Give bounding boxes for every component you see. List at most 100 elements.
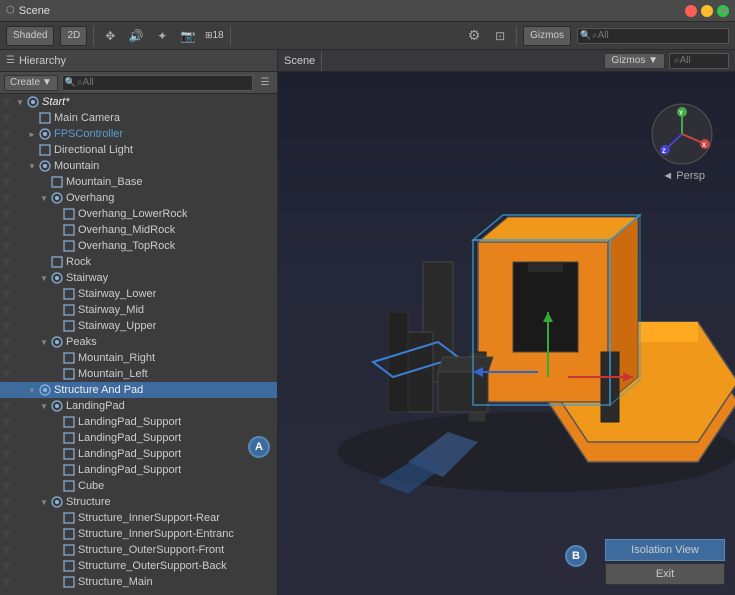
visibility-icon[interactable]: 👁: [0, 450, 14, 459]
expand-arrow[interactable]: [50, 526, 62, 542]
tree-item-stairway_upper[interactable]: 👁Stairway_Upper: [0, 318, 277, 334]
expand-arrow[interactable]: [38, 270, 50, 286]
visibility-icon[interactable]: 👁: [0, 162, 14, 171]
expand-arrow[interactable]: [38, 174, 50, 190]
visibility-icon[interactable]: 👁: [0, 194, 14, 203]
tree-item-struct_inner_rear[interactable]: 👁Structure_InnerSupport-Rear: [0, 510, 277, 526]
isolation-view-button[interactable]: Isolation View: [605, 539, 725, 561]
visibility-icon[interactable]: 👁: [0, 210, 14, 219]
expand-arrow[interactable]: [38, 254, 50, 270]
visibility-icon[interactable]: 👁: [0, 434, 14, 443]
visibility-icon[interactable]: 👁: [0, 226, 14, 235]
tree-item-overhang[interactable]: 👁Overhang: [0, 190, 277, 206]
list-view-icon[interactable]: ☰: [257, 75, 273, 91]
visibility-icon[interactable]: 👁: [0, 322, 14, 331]
expand-arrow[interactable]: [50, 430, 62, 446]
expand-arrow[interactable]: [50, 462, 62, 478]
camera-view-icon[interactable]: ⊡: [490, 26, 510, 46]
expand-arrow[interactable]: [38, 334, 50, 350]
scene-viewport[interactable]: Scene Gizmos ▼: [278, 50, 735, 595]
expand-arrow[interactable]: [50, 222, 62, 238]
tree-item-fps[interactable]: 👁FPSController: [0, 126, 277, 142]
expand-arrow[interactable]: [50, 542, 62, 558]
shading-dropdown[interactable]: Shaded: [6, 26, 54, 46]
visibility-icon[interactable]: 👁: [0, 290, 14, 299]
expand-arrow[interactable]: [26, 110, 38, 126]
expand-arrow[interactable]: [50, 206, 62, 222]
tree-item-struct_outer_front[interactable]: 👁Structure_OuterSupport-Front: [0, 542, 277, 558]
audio-icon[interactable]: 🔊: [126, 26, 146, 46]
scene-all-search[interactable]: [669, 53, 729, 69]
tree-item-landing_support2[interactable]: 👁LandingPad_Support: [0, 430, 277, 446]
minimize-button[interactable]: [701, 5, 713, 17]
visibility-icon[interactable]: 👁: [0, 354, 14, 363]
tree-item-stairway_mid[interactable]: 👁Stairway_Mid: [0, 302, 277, 318]
scene-tab-label[interactable]: Scene: [284, 55, 315, 67]
visibility-icon[interactable]: 👁: [0, 338, 14, 347]
tree-item-stairway_lower[interactable]: 👁Stairway_Lower: [0, 286, 277, 302]
tree-item-dir_light[interactable]: 👁Directional Light: [0, 142, 277, 158]
tree-item-peaks[interactable]: 👁Peaks: [0, 334, 277, 350]
expand-arrow[interactable]: [50, 510, 62, 526]
expand-arrow[interactable]: [50, 318, 62, 334]
gizmos-btn[interactable]: Gizmos ▼: [604, 53, 665, 69]
expand-arrow[interactable]: [50, 350, 62, 366]
tree-item-struct_inner_ent[interactable]: 👁Structure_InnerSupport-Entranc: [0, 526, 277, 542]
move-tool-icon[interactable]: ✥: [100, 26, 120, 46]
tree-item-landing_support4[interactable]: 👁LandingPad_Support: [0, 462, 277, 478]
tree-item-landing_support1[interactable]: 👁LandingPad_Support: [0, 414, 277, 430]
hierarchy-search-input[interactable]: [62, 75, 253, 91]
visibility-icon[interactable]: 👁: [0, 114, 14, 123]
expand-arrow[interactable]: [50, 574, 62, 590]
exit-isolation-button[interactable]: Exit: [605, 563, 725, 585]
mode-2d-button[interactable]: 2D: [60, 26, 87, 46]
camera-icon[interactable]: 📷: [178, 26, 198, 46]
create-dropdown[interactable]: Create ▼: [4, 75, 58, 91]
tree-item-mountain_base[interactable]: 👁Mountain_Base: [0, 174, 277, 190]
expand-arrow[interactable]: [26, 158, 38, 174]
visibility-icon[interactable]: 👁: [0, 98, 14, 107]
transform-icon[interactable]: ⚙: [464, 26, 484, 46]
expand-arrow[interactable]: [50, 558, 62, 574]
expand-arrow[interactable]: [14, 94, 26, 110]
tree-item-struct_outer_back[interactable]: 👁Structurre_OuterSupport-Back: [0, 558, 277, 574]
visibility-icon[interactable]: 👁: [0, 402, 14, 411]
expand-arrow[interactable]: [50, 302, 62, 318]
expand-arrow[interactable]: [50, 366, 62, 382]
expand-arrow[interactable]: [50, 414, 62, 430]
tree-item-main_camera[interactable]: 👁Main Camera: [0, 110, 277, 126]
visibility-icon[interactable]: 👁: [0, 482, 14, 491]
expand-arrow[interactable]: [50, 238, 62, 254]
tree-item-start[interactable]: 👁Start*: [0, 94, 277, 110]
visibility-icon[interactable]: 👁: [0, 562, 14, 571]
expand-arrow[interactable]: [26, 126, 38, 142]
visibility-icon[interactable]: 👁: [0, 258, 14, 267]
expand-arrow[interactable]: [50, 446, 62, 462]
expand-arrow[interactable]: [50, 286, 62, 302]
visibility-icon[interactable]: 👁: [0, 418, 14, 427]
visibility-icon[interactable]: 👁: [0, 498, 14, 507]
expand-arrow[interactable]: [50, 478, 62, 494]
orientation-gizmo[interactable]: Y X Z: [650, 102, 715, 167]
expand-arrow[interactable]: [26, 142, 38, 158]
visibility-icon[interactable]: 👁: [0, 514, 14, 523]
tree-item-structure_pad[interactable]: 👁Structure And Pad: [0, 382, 277, 398]
visibility-icon[interactable]: 👁: [0, 242, 14, 251]
tree-item-overhang_mid[interactable]: 👁Overhang_MidRock: [0, 222, 277, 238]
visibility-icon[interactable]: 👁: [0, 546, 14, 555]
expand-arrow[interactable]: [38, 494, 50, 510]
visibility-icon[interactable]: 👁: [0, 530, 14, 539]
visibility-icon[interactable]: 👁: [0, 466, 14, 475]
visibility-icon[interactable]: 👁: [0, 370, 14, 379]
tree-item-landing_pad[interactable]: 👁LandingPad: [0, 398, 277, 414]
tree-item-mountain_left[interactable]: 👁Mountain_Left: [0, 366, 277, 382]
tree-item-rock[interactable]: 👁Rock: [0, 254, 277, 270]
expand-arrow[interactable]: [38, 398, 50, 414]
expand-arrow[interactable]: [38, 190, 50, 206]
visibility-icon[interactable]: 👁: [0, 146, 14, 155]
tree-item-overhang_top[interactable]: 👁Overhang_TopRock: [0, 238, 277, 254]
effects-icon[interactable]: ✦: [152, 26, 172, 46]
tree-item-overhang_lower[interactable]: 👁Overhang_LowerRock: [0, 206, 277, 222]
visibility-icon[interactable]: 👁: [0, 130, 14, 139]
tree-item-landing_support3[interactable]: 👁LandingPad_Support: [0, 446, 277, 462]
